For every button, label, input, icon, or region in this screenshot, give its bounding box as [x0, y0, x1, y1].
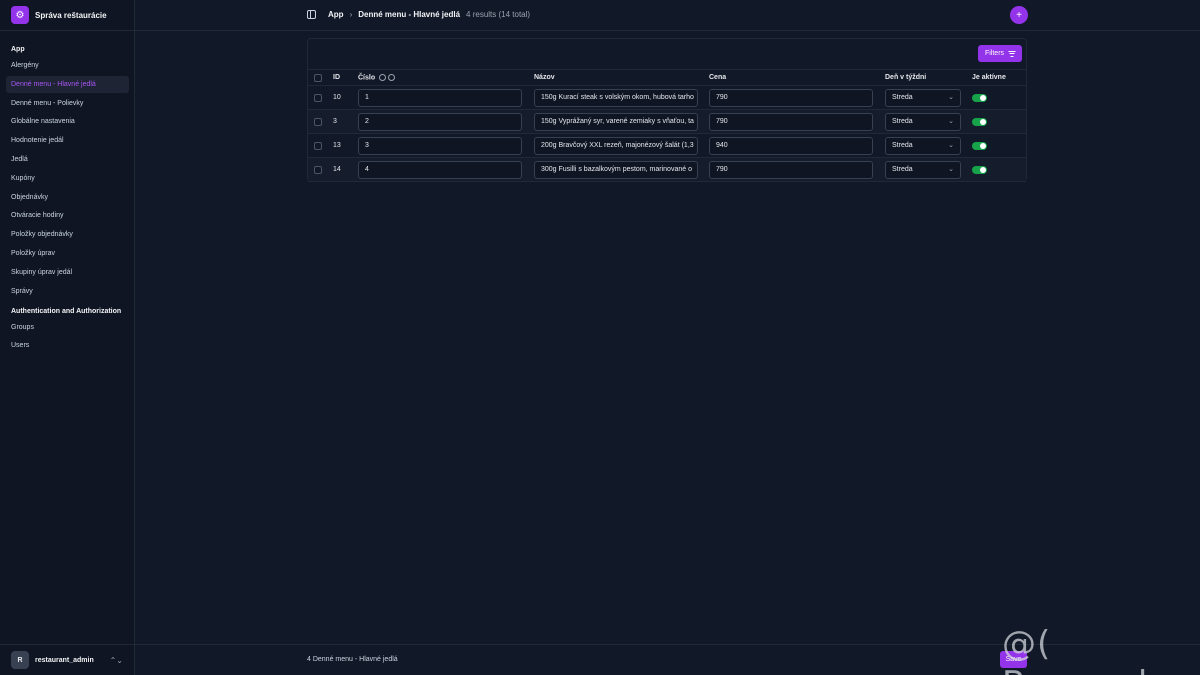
- sidebar-item[interactable]: Otváracie hodiny: [6, 207, 129, 224]
- chevron-updown-icon[interactable]: ⌃⌄: [110, 656, 123, 665]
- table-row: 10 1 150g Kurací steak s volským okom, h…: [308, 86, 1026, 110]
- row-id[interactable]: 14: [333, 166, 341, 173]
- divider: [0, 30, 135, 31]
- table-header: ID Číslo Názov Cena Deň v týždni Je aktí…: [308, 69, 1026, 86]
- column-header-aktivne[interactable]: Je aktívne: [972, 74, 1006, 81]
- den-select[interactable]: Streda ⌄: [885, 161, 961, 179]
- nazov-input[interactable]: 200g Bravčový XXL rezeň, majonézový šalá…: [534, 137, 698, 155]
- den-select[interactable]: Streda ⌄: [885, 113, 961, 131]
- sidebar-item[interactable]: Groups: [6, 319, 129, 336]
- row-id[interactable]: 3: [333, 118, 337, 125]
- row-checkbox[interactable]: [314, 94, 322, 102]
- cislo-input[interactable]: 2: [358, 113, 522, 131]
- table-row: 14 4 300g Fusilli s bazalkovým pestom, m…: [308, 158, 1026, 182]
- sidebar-item[interactable]: Objednávky: [6, 189, 129, 206]
- den-select[interactable]: Streda ⌄: [885, 137, 961, 155]
- cena-input[interactable]: 790: [709, 89, 873, 107]
- row-id[interactable]: 10: [333, 94, 341, 101]
- top-bar: App › Denné menu - Hlavné jedlá 4 result…: [135, 0, 1200, 31]
- nazov-input[interactable]: 150g Vyprážaný syr, varené zemiaky s vňa…: [534, 113, 698, 131]
- sidebar-item[interactable]: Denné menu - Polievky: [6, 95, 129, 112]
- sort-icon[interactable]: [379, 74, 396, 81]
- filters-label: Filters: [984, 50, 1005, 57]
- sidebar: ⚙ Správa reštaurácie App Alergény Denné me…: [0, 0, 135, 675]
- watermark: @( Bazos.sk: [1002, 624, 1158, 675]
- aktivne-toggle[interactable]: [972, 118, 987, 126]
- column-header-nazov[interactable]: Názov: [534, 74, 555, 81]
- app-title: Správa reštaurácie: [35, 10, 107, 20]
- column-header-cislo[interactable]: Číslo: [358, 74, 396, 82]
- brand[interactable]: ⚙ Správa reštaurácie: [11, 6, 107, 24]
- sidebar-item[interactable]: Skupiny úprav jedál: [6, 264, 129, 281]
- column-header-cislo-label: Číslo: [358, 74, 376, 82]
- gear-icon: ⚙: [11, 6, 29, 24]
- filter-icon: [1008, 50, 1016, 57]
- column-header-den[interactable]: Deň v týždni: [885, 74, 926, 81]
- aktivne-toggle[interactable]: [972, 142, 987, 150]
- cena-input[interactable]: 790: [709, 161, 873, 179]
- sidebar-section-title: App: [11, 46, 25, 53]
- row-checkbox[interactable]: [314, 142, 322, 150]
- chevron-down-icon: ⌄: [948, 94, 954, 101]
- sidebar-toggle-icon[interactable]: [307, 10, 316, 19]
- sidebar-nav: App Alergény Denné menu - Hlavné jedlá Denn…: [6, 40, 129, 356]
- sidebar-item[interactable]: Položky objednávky: [6, 226, 129, 243]
- sidebar-item[interactable]: Kupóny: [6, 170, 129, 187]
- row-checkbox[interactable]: [314, 166, 322, 174]
- aktivne-toggle[interactable]: [972, 166, 987, 174]
- filters-button[interactable]: Filters: [978, 45, 1022, 62]
- nazov-input[interactable]: 150g Kurací steak s volským okom, hubová…: [534, 89, 698, 107]
- row-id[interactable]: 13: [333, 142, 341, 149]
- sidebar-item[interactable]: Users: [6, 337, 129, 354]
- table-row: 3 2 150g Vyprážaný syr, varené zemiaky s…: [308, 110, 1026, 134]
- den-select-value: Streda: [892, 142, 913, 149]
- chevron-down-icon: ⌄: [948, 166, 954, 173]
- sidebar-item[interactable]: Správy: [6, 283, 129, 300]
- den-select-value: Streda: [892, 166, 913, 173]
- sidebar-item[interactable]: Denné menu - Hlavné jedlá: [6, 75, 129, 93]
- cislo-input[interactable]: 1: [358, 89, 522, 107]
- avatar: R: [11, 651, 29, 669]
- table-row: 13 3 200g Bravčový XXL rezeň, majonézový…: [308, 134, 1026, 158]
- chevron-right-icon: ›: [349, 10, 353, 19]
- column-header-cena[interactable]: Cena: [709, 74, 726, 81]
- username: restaurant_admin: [35, 656, 94, 664]
- cislo-input[interactable]: 4: [358, 161, 522, 179]
- chevron-down-icon: ⌄: [948, 118, 954, 125]
- results-table: Filters ID Číslo Názov Cena Deň v týždni…: [307, 38, 1027, 182]
- page-title: Denné menu - Hlavné jedlá: [358, 10, 461, 19]
- breadcrumb: App › Denné menu - Hlavné jedlá 4 result…: [328, 10, 530, 19]
- row-checkbox[interactable]: [314, 118, 322, 126]
- breadcrumb-app[interactable]: App: [328, 10, 344, 19]
- cena-input[interactable]: 940: [709, 137, 873, 155]
- sidebar-item[interactable]: Alergény: [6, 57, 129, 74]
- sidebar-item[interactable]: Jedlá: [6, 151, 129, 168]
- results-count: 4 results (14 total): [466, 10, 531, 19]
- den-select[interactable]: Streda ⌄: [885, 89, 961, 107]
- sidebar-item[interactable]: Globálne nastavenia: [6, 113, 129, 130]
- add-button[interactable]: +: [1010, 6, 1028, 24]
- cena-input[interactable]: 790: [709, 113, 873, 131]
- aktivne-toggle[interactable]: [972, 94, 987, 102]
- sidebar-item[interactable]: Položky úprav: [6, 245, 129, 262]
- cislo-input[interactable]: 3: [358, 137, 522, 155]
- footer-count: 4 Denné menu - Hlavné jedlá: [307, 656, 398, 663]
- nazov-input[interactable]: 300g Fusilli s bazalkovým pestom, marino…: [534, 161, 698, 179]
- sidebar-item[interactable]: Hodnotenie jedál: [6, 132, 129, 149]
- sidebar-section-title: Authentication and Authorization: [11, 307, 122, 315]
- column-header-id[interactable]: ID: [333, 74, 340, 81]
- select-all-checkbox[interactable]: [314, 74, 322, 82]
- den-select-value: Streda: [892, 118, 913, 125]
- den-select-value: Streda: [892, 94, 913, 101]
- user-menu[interactable]: R restaurant_admin ⌃⌄: [0, 644, 135, 675]
- chevron-down-icon: ⌄: [948, 142, 954, 149]
